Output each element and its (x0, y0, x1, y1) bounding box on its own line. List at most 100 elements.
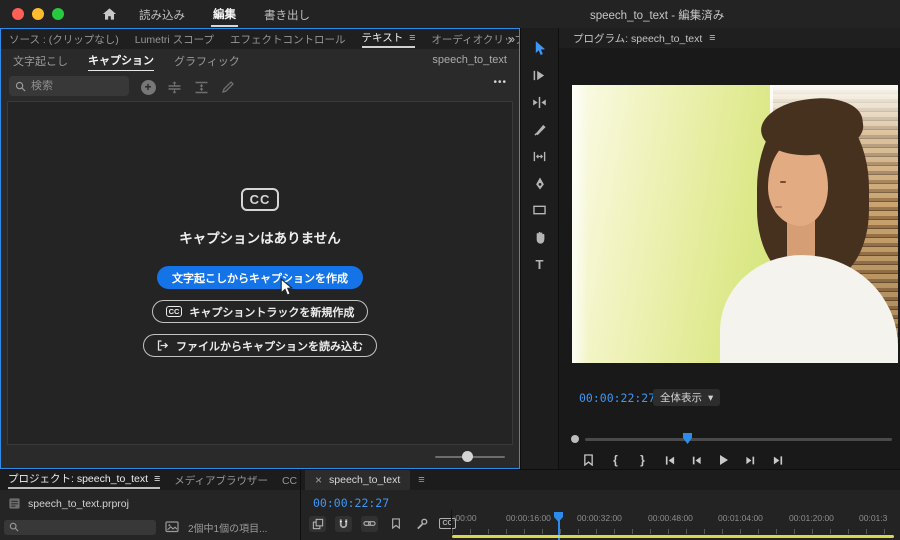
timeline-timecode: 00:00:22:27 (313, 496, 390, 510)
split-caption-icon[interactable] (165, 78, 183, 96)
home-icon[interactable] (102, 7, 117, 21)
go-to-in-icon[interactable] (662, 453, 677, 467)
import-icon (157, 340, 169, 351)
tab-graphics[interactable]: グラフィック (174, 49, 240, 71)
add-marker-icon[interactable] (581, 453, 596, 467)
program-zoom-value: 全体表示 (660, 392, 702, 404)
panel-more-menu-icon[interactable]: ••• (493, 77, 507, 88)
program-monitor-tab-label: プログラム: speech_to_text (573, 32, 703, 45)
ruler-label: :00:00 (453, 513, 477, 523)
step-forward-icon[interactable] (743, 453, 758, 467)
menu-edit[interactable]: 編集 (211, 1, 238, 27)
go-to-out-icon[interactable] (770, 453, 785, 467)
window-title: speech_to_text - 編集済み (590, 10, 725, 22)
timeline-work-area-bar (452, 535, 894, 538)
mark-out-icon[interactable]: } (635, 453, 650, 467)
tab-project-label: プロジェクト: speech_to_text (8, 473, 149, 485)
track-select-forward-tool-icon[interactable] (527, 65, 553, 85)
window-zoom-button[interactable] (52, 8, 64, 20)
type-tool-glyph: T (535, 256, 544, 272)
panel-menu-icon[interactable]: ≡ (418, 474, 424, 486)
timeline-settings-wrench-icon[interactable] (413, 516, 430, 532)
close-icon[interactable]: × (315, 473, 322, 487)
tab-captions[interactable]: キャプション (88, 48, 154, 72)
linked-selection-icon[interactable] (361, 515, 378, 532)
create-caption-track-button[interactable]: CC キャプショントラックを新規作成 (151, 300, 369, 323)
program-playhead-icon[interactable] (683, 433, 692, 444)
project-selection-status: 2個中1個の項目... (188, 523, 268, 535)
menu-export[interactable]: 書き出し (262, 2, 312, 26)
panel-menu-icon[interactable]: ≡ (154, 473, 160, 485)
panel-menu-icon[interactable]: ≡ (709, 32, 715, 44)
scrubber-track[interactable] (585, 438, 892, 441)
premiere-window: 読み込み 編集 書き出し speech_to_text - 編集済み ソース :… (0, 0, 900, 540)
project-file-icon (9, 498, 20, 509)
nest-sequence-icon[interactable] (309, 515, 326, 532)
ruler-label: 00:01:04:00 (718, 513, 763, 523)
timeline-add-marker-icon[interactable] (387, 516, 404, 532)
caption-zoom-slider[interactable] (435, 451, 505, 463)
tab-source-monitor[interactable]: ソース : (クリップなし) (9, 32, 119, 47)
empty-state-title: キャプションはありません (179, 231, 341, 246)
create-caption-track-label: キャプショントラックを新規作成 (189, 306, 355, 319)
pen-tool-icon[interactable] (527, 173, 553, 193)
tab-effect-controls[interactable]: エフェクトコントロール (230, 32, 346, 47)
captions-search-input[interactable] (31, 80, 123, 92)
hand-tool-icon[interactable] (527, 227, 553, 247)
captions-search-box[interactable] (9, 76, 129, 96)
project-search-input[interactable] (23, 521, 151, 533)
tab-overflow-icon[interactable]: » (508, 32, 515, 46)
tools-toolbar: T (521, 28, 558, 469)
panel-menu-icon[interactable]: ≡ (409, 32, 415, 44)
list-view-icon[interactable] (165, 521, 179, 533)
play-icon[interactable] (716, 453, 731, 467)
program-zoom-select[interactable]: 全体表示 ▾ (653, 389, 721, 406)
program-transport-controls: { } (581, 452, 785, 468)
project-panel-tabstrip: プロジェクト: speech_to_text ≡ メディアブラウザー CC ラ (0, 470, 300, 490)
video-person-eye (780, 181, 786, 183)
type-tool-icon[interactable]: T (527, 254, 553, 274)
step-back-icon[interactable] (689, 453, 704, 467)
ripple-edit-tool-icon[interactable] (527, 92, 553, 112)
tab-project[interactable]: プロジェクト: speech_to_text ≡ (8, 471, 161, 489)
rectangle-tool-icon[interactable] (527, 200, 553, 220)
project-search-box[interactable] (4, 519, 156, 535)
video-person-mouth (775, 206, 782, 208)
program-video-frame (572, 85, 898, 363)
program-controls-row: 00:00:22:27 全体表示 ▾ (559, 388, 900, 408)
slider-knob[interactable] (462, 451, 473, 462)
tab-transcript[interactable]: 文字起こし (13, 49, 68, 71)
slip-tool-icon[interactable] (527, 146, 553, 166)
project-file-name: speech_to_text.prproj (28, 497, 129, 510)
program-monitor-tab[interactable]: プログラム: speech_to_text ≡ (559, 28, 900, 48)
window-close-button[interactable] (12, 8, 24, 20)
tab-lumetri-scopes[interactable]: Lumetri スコープ (135, 32, 214, 47)
ruler-label: 00:00:32:00 (577, 513, 622, 523)
tab-media-browser[interactable]: メディアブラウザー (174, 473, 268, 488)
window-minimize-button[interactable] (32, 8, 44, 20)
scrubber-zoom-handle[interactable] (571, 435, 579, 443)
timeline-sequence-tab-label: speech_to_text (329, 474, 401, 486)
search-icon (15, 81, 26, 92)
selection-tool-icon[interactable] (527, 38, 553, 58)
snap-magnet-icon[interactable] (335, 515, 352, 532)
timeline-sequence-tab[interactable]: × speech_to_text (305, 470, 411, 490)
tab-cc-libraries[interactable]: CC ラ (282, 473, 300, 488)
tab-text-panel[interactable]: テキスト ≡ (361, 30, 416, 48)
menu-import[interactable]: 読み込み (137, 2, 187, 26)
edit-pencil-icon[interactable] (219, 78, 237, 96)
add-caption-icon[interactable]: + (139, 78, 157, 96)
ruler-label: 00:01:20:00 (789, 513, 834, 523)
razor-tool-icon[interactable] (527, 119, 553, 139)
merge-captions-icon[interactable] (192, 78, 210, 96)
mark-in-icon[interactable]: { (608, 453, 623, 467)
titlebar: 読み込み 編集 書き出し speech_to_text - 編集済み (0, 0, 900, 28)
chevron-down-icon: ▾ (708, 391, 714, 404)
timeline-tabstrip: × speech_to_text ≡ (301, 470, 900, 490)
timeline-ruler[interactable]: :00:00 00:00:16:00 00:00:32:00 00:00:48:… (451, 510, 900, 534)
import-captions-from-file-button[interactable]: ファイルからキャプションを読み込む (143, 334, 377, 357)
program-scrubber[interactable] (559, 432, 900, 446)
tab-audio-clip-mixer[interactable]: オーディオクリップミ (431, 32, 519, 47)
project-item-row[interactable]: speech_to_text.prproj (8, 497, 129, 510)
create-captions-from-transcript-button[interactable]: 文字起こしからキャプションを作成 (157, 266, 363, 289)
